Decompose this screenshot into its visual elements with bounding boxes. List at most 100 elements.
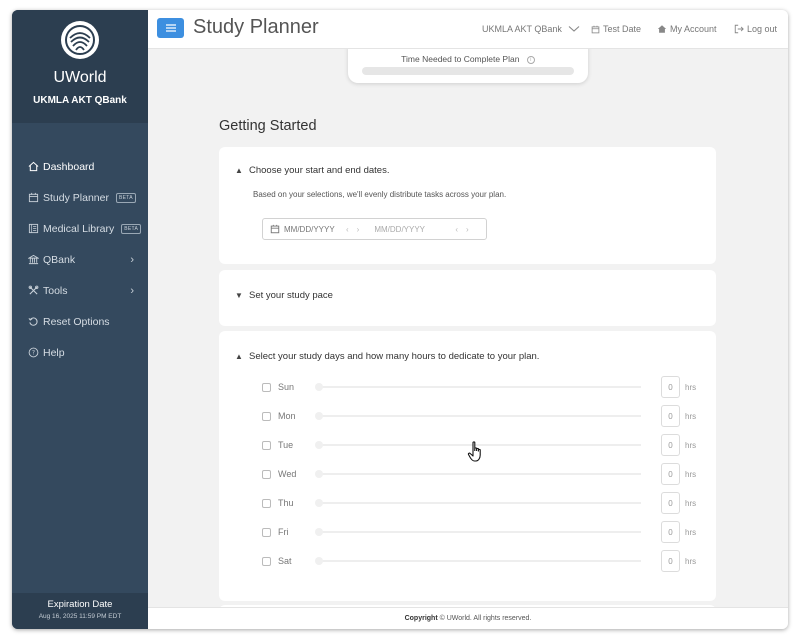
end-date-input[interactable]: MM/DD/YYYY bbox=[374, 225, 450, 234]
slider-handle[interactable] bbox=[315, 528, 323, 536]
hours-slider[interactable] bbox=[315, 499, 641, 507]
sidebar-item-reset-options[interactable]: Reset Options bbox=[12, 306, 148, 337]
sidebar-item-label: Tools bbox=[43, 284, 68, 297]
qbank-select[interactable]: UKMLA AKT QBank bbox=[482, 24, 583, 34]
sidebar: UWorld UKMLA AKT QBank Dashboard Study P… bbox=[12, 10, 148, 629]
hours-slider[interactable] bbox=[315, 383, 641, 391]
day-checkbox[interactable] bbox=[262, 440, 271, 450]
top-header: Study Planner UKMLA AKT QBank Test Date … bbox=[148, 10, 788, 49]
time-needed-progress-bar bbox=[362, 67, 574, 75]
chevron-right-icon: › bbox=[130, 284, 134, 297]
sidebar-item-label: Dashboard bbox=[43, 160, 95, 173]
hours-input[interactable]: 0 bbox=[661, 521, 680, 543]
home-icon bbox=[27, 161, 39, 173]
day-label: Sun bbox=[278, 382, 295, 392]
sidebar-item-study-planner[interactable]: Study Planner BETA bbox=[12, 182, 148, 213]
hand-cursor-icon bbox=[467, 441, 485, 468]
expiration-panel: Expiration Date Aug 16, 2025 11:59 PM ED… bbox=[12, 593, 148, 629]
start-date-input[interactable]: MM/DD/YYYY bbox=[284, 225, 346, 234]
day-label: Thu bbox=[278, 498, 294, 508]
date-range-picker[interactable]: MM/DD/YYYY ‹ › MM/DD/YYYY ‹ › bbox=[262, 218, 487, 240]
svg-text:?: ? bbox=[31, 350, 34, 357]
day-row-fri: Fri 0 hrs bbox=[262, 521, 697, 543]
day-row-thu: Thu 0 hrs bbox=[262, 492, 697, 514]
time-needed-label: Time Needed to Complete Plan i bbox=[348, 54, 588, 64]
sidebar-item-tools[interactable]: Tools › bbox=[12, 275, 148, 306]
chevron-left-icon[interactable]: ‹ bbox=[455, 225, 458, 234]
chevron-right-icon[interactable]: › bbox=[466, 225, 469, 234]
hours-slider[interactable] bbox=[315, 412, 641, 420]
day-checkbox[interactable] bbox=[262, 469, 271, 479]
chevron-up-icon: ▲ bbox=[235, 352, 243, 361]
dates-card-header[interactable]: ▲ Choose your start and end dates. bbox=[235, 165, 389, 176]
chevron-right-icon: › bbox=[130, 253, 134, 266]
dates-card-heading: Choose your start and end dates. bbox=[249, 165, 390, 176]
hours-input[interactable]: 0 bbox=[661, 376, 680, 398]
hours-slider[interactable] bbox=[315, 557, 641, 565]
day-checkbox[interactable] bbox=[262, 411, 271, 421]
uworld-logo-icon[interactable] bbox=[61, 21, 99, 59]
logout-link[interactable]: Log out bbox=[734, 24, 777, 34]
sidebar-item-help[interactable]: ? Help bbox=[12, 337, 148, 368]
hours-slider[interactable] bbox=[315, 470, 641, 478]
sidebar-nav: Dashboard Study Planner BETA Medical Lib… bbox=[12, 123, 148, 368]
study-pace-card-header[interactable]: ▼ Set your study pace bbox=[235, 290, 333, 301]
hours-unit: hrs bbox=[685, 382, 697, 392]
day-checkbox[interactable] bbox=[262, 498, 271, 508]
tools-icon bbox=[27, 285, 39, 297]
hours-input[interactable]: 0 bbox=[661, 434, 680, 456]
day-row-sat: Sat 0 hrs bbox=[262, 550, 697, 572]
hours-input[interactable]: 0 bbox=[661, 405, 680, 427]
sidebar-item-qbank[interactable]: QBank › bbox=[12, 244, 148, 275]
slider-handle[interactable] bbox=[315, 499, 323, 507]
chevron-left-icon[interactable]: ‹ bbox=[346, 225, 349, 234]
beta-badge: BETA bbox=[115, 192, 136, 203]
slider-handle[interactable] bbox=[315, 412, 323, 420]
brand-name: UWorld bbox=[53, 69, 107, 86]
hours-input[interactable]: 0 bbox=[661, 463, 680, 485]
hours-unit: hrs bbox=[685, 498, 697, 508]
time-needed-card: Time Needed to Complete Plan i bbox=[348, 49, 588, 83]
info-icon[interactable]: i bbox=[526, 55, 535, 64]
home-icon bbox=[657, 25, 667, 33]
app-window: UWorld UKMLA AKT QBank Dashboard Study P… bbox=[12, 10, 788, 629]
day-checkbox[interactable] bbox=[262, 556, 271, 566]
expiration-date: Aug 16, 2025 11:59 PM EDT bbox=[38, 613, 122, 620]
day-label: Fri bbox=[278, 527, 289, 537]
day-label: Sat bbox=[278, 556, 292, 566]
day-row-mon: Mon 0 hrs bbox=[262, 405, 697, 427]
my-account-link[interactable]: My Account bbox=[657, 24, 717, 34]
test-date-link[interactable]: Test Date bbox=[591, 24, 641, 34]
menu-toggle-button[interactable] bbox=[157, 18, 184, 38]
slider-handle[interactable] bbox=[315, 441, 323, 449]
hours-input[interactable]: 0 bbox=[661, 492, 680, 514]
logout-icon bbox=[734, 24, 744, 34]
brand-subtitle: UKMLA AKT QBank bbox=[33, 95, 127, 106]
logout-label: Log out bbox=[747, 24, 778, 34]
brand: UWorld UKMLA AKT QBank bbox=[12, 10, 148, 123]
slider-handle[interactable] bbox=[315, 470, 323, 478]
day-checkbox[interactable] bbox=[262, 527, 271, 537]
time-needed-text: Time Needed to Complete Plan bbox=[401, 54, 520, 64]
calendar-icon bbox=[270, 224, 280, 234]
slider-handle[interactable] bbox=[315, 383, 323, 391]
reset-icon bbox=[27, 316, 39, 328]
day-row-sun: Sun 0 hrs bbox=[262, 376, 697, 398]
day-label: Wed bbox=[278, 469, 297, 479]
study-pace-card: ▼ Set your study pace bbox=[219, 270, 716, 326]
chevron-right-icon[interactable]: › bbox=[357, 225, 360, 234]
sidebar-item-label: Medical Library bbox=[43, 222, 115, 235]
day-checkbox[interactable] bbox=[262, 382, 271, 392]
hours-slider[interactable] bbox=[315, 528, 641, 536]
expiration-label: Expiration Date bbox=[47, 599, 113, 610]
my-account-label: My Account bbox=[670, 24, 717, 34]
sidebar-item-medical-library[interactable]: Medical Library BETA bbox=[12, 213, 148, 244]
study-days-card-header[interactable]: ▲ Select your study days and how many ho… bbox=[235, 351, 539, 362]
calendar-icon bbox=[27, 192, 39, 204]
hours-unit: hrs bbox=[685, 556, 697, 566]
hours-input[interactable]: 0 bbox=[661, 550, 680, 572]
sidebar-item-label: Help bbox=[43, 346, 65, 359]
slider-handle[interactable] bbox=[315, 557, 323, 565]
sidebar-item-dashboard[interactable]: Dashboard bbox=[12, 151, 148, 182]
hours-unit: hrs bbox=[685, 411, 697, 421]
